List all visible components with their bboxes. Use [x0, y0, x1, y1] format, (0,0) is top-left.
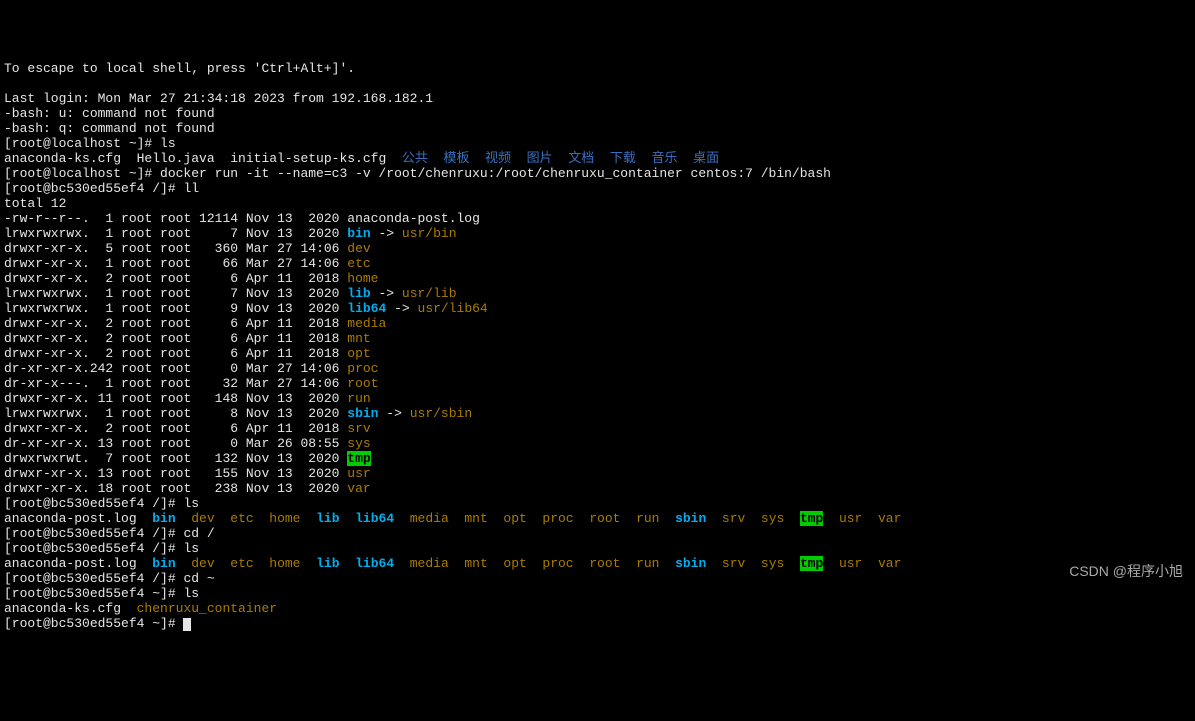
terminal-line: anaconda-post.log bin dev etc home lib l…: [4, 557, 1191, 572]
terminal-line: dr-xr-xr-x.242 root root 0 Mar 27 14:06 …: [4, 362, 1191, 377]
terminal-line: drwxrwxrwt. 7 root root 132 Nov 13 2020 …: [4, 452, 1191, 467]
terminal-line: drwxr-xr-x. 2 root root 6 Apr 11 2018 op…: [4, 347, 1191, 362]
terminal-line: drwxr-xr-x. 11 root root 148 Nov 13 2020…: [4, 392, 1191, 407]
terminal-line: drwxr-xr-x. 2 root root 6 Apr 11 2018 sr…: [4, 422, 1191, 437]
terminal-output[interactable]: To escape to local shell, press 'Ctrl+Al…: [4, 62, 1191, 632]
terminal-line: drwxr-xr-x. 2 root root 6 Apr 11 2018 ho…: [4, 272, 1191, 287]
terminal-line: [4, 77, 1191, 92]
terminal-line: anaconda-post.log bin dev etc home lib l…: [4, 512, 1191, 527]
terminal-line: [root@bc530ed55ef4 /]# ll: [4, 182, 1191, 197]
terminal-line: [root@bc530ed55ef4 /]# cd /: [4, 527, 1191, 542]
terminal-line: [root@localhost ~]# ls: [4, 137, 1191, 152]
terminal-line: -bash: u: command not found: [4, 107, 1191, 122]
terminal-line: drwxr-xr-x. 2 root root 6 Apr 11 2018 me…: [4, 317, 1191, 332]
watermark-text: CSDN @程序小旭: [1069, 563, 1183, 579]
terminal-line: anaconda-ks.cfg chenruxu_container: [4, 602, 1191, 617]
terminal-line: -rw-r--r--. 1 root root 12114 Nov 13 202…: [4, 212, 1191, 227]
terminal-line: dr-xr-xr-x. 13 root root 0 Mar 26 08:55 …: [4, 437, 1191, 452]
terminal-line: total 12: [4, 197, 1191, 212]
terminal-line: lrwxrwxrwx. 1 root root 7 Nov 13 2020 li…: [4, 287, 1191, 302]
terminal-line: lrwxrwxrwx. 1 root root 7 Nov 13 2020 bi…: [4, 227, 1191, 242]
terminal-line: lrwxrwxrwx. 1 root root 8 Nov 13 2020 sb…: [4, 407, 1191, 422]
terminal-line: [root@bc530ed55ef4 /]# ls: [4, 497, 1191, 512]
terminal-line: [root@localhost ~]# docker run -it --nam…: [4, 167, 1191, 182]
terminal-line: drwxr-xr-x. 5 root root 360 Mar 27 14:06…: [4, 242, 1191, 257]
terminal-line: lrwxrwxrwx. 1 root root 9 Nov 13 2020 li…: [4, 302, 1191, 317]
terminal-line: Last login: Mon Mar 27 21:34:18 2023 fro…: [4, 92, 1191, 107]
terminal-line: drwxr-xr-x. 1 root root 66 Mar 27 14:06 …: [4, 257, 1191, 272]
terminal-line: drwxr-xr-x. 13 root root 155 Nov 13 2020…: [4, 467, 1191, 482]
terminal-line: anaconda-ks.cfg Hello.java initial-setup…: [4, 152, 1191, 167]
terminal-line: [root@bc530ed55ef4 ~]# ls: [4, 587, 1191, 602]
terminal-line: drwxr-xr-x. 18 root root 238 Nov 13 2020…: [4, 482, 1191, 497]
terminal-line: To escape to local shell, press 'Ctrl+Al…: [4, 62, 1191, 77]
terminal-line: drwxr-xr-x. 2 root root 6 Apr 11 2018 mn…: [4, 332, 1191, 347]
terminal-line: [root@bc530ed55ef4 /]# ls: [4, 542, 1191, 557]
terminal-line: -bash: q: command not found: [4, 122, 1191, 137]
terminal-line: dr-xr-x---. 1 root root 32 Mar 27 14:06 …: [4, 377, 1191, 392]
terminal-line: [root@bc530ed55ef4 ~]#: [4, 617, 1191, 632]
